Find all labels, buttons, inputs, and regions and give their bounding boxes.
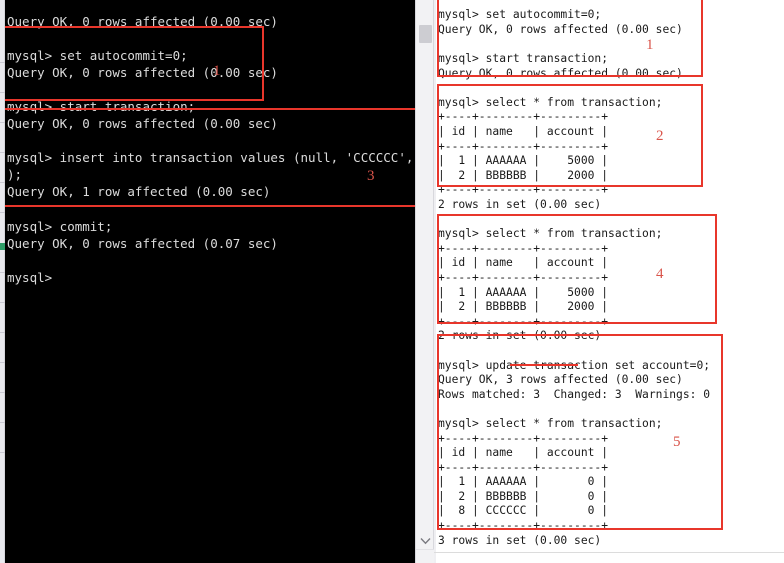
left-terminal-output: Query OK, 0 rows affected (0.00 sec) mys… (7, 13, 414, 285)
left-terminal-panel[interactable]: Query OK, 0 rows affected (0.00 sec) mys… (5, 0, 415, 563)
annotation-label-left-1: 1 (213, 63, 221, 79)
chevron-down-icon (420, 537, 431, 545)
scrollbar-down-button[interactable] (417, 532, 434, 549)
doc-left-edge (434, 0, 436, 563)
annotation-label-right-2: 2 (656, 128, 664, 144)
annotation-label-right-5: 5 (673, 434, 681, 450)
annotation-underline-3-rows-affected (510, 364, 578, 366)
scrollbar-bottom-strip (416, 549, 435, 563)
scrollbar-track[interactable] (415, 0, 435, 563)
screenshot-root: Query OK, 0 rows affected (0.00 sec) mys… (0, 0, 784, 563)
right-console-transcript: mysql> set autocommit=0; Query OK, 0 row… (438, 8, 711, 563)
annotation-label-right-4: 4 (656, 266, 664, 282)
right-document-panel[interactable]: mysql> set autocommit=0; Query OK, 0 row… (434, 0, 784, 563)
annotation-label-right-1: 1 (646, 37, 654, 53)
annotation-label-left-3: 3 (367, 168, 375, 184)
doc-bottom-divider (434, 552, 784, 553)
scrollbar-thumb[interactable] (419, 25, 432, 43)
